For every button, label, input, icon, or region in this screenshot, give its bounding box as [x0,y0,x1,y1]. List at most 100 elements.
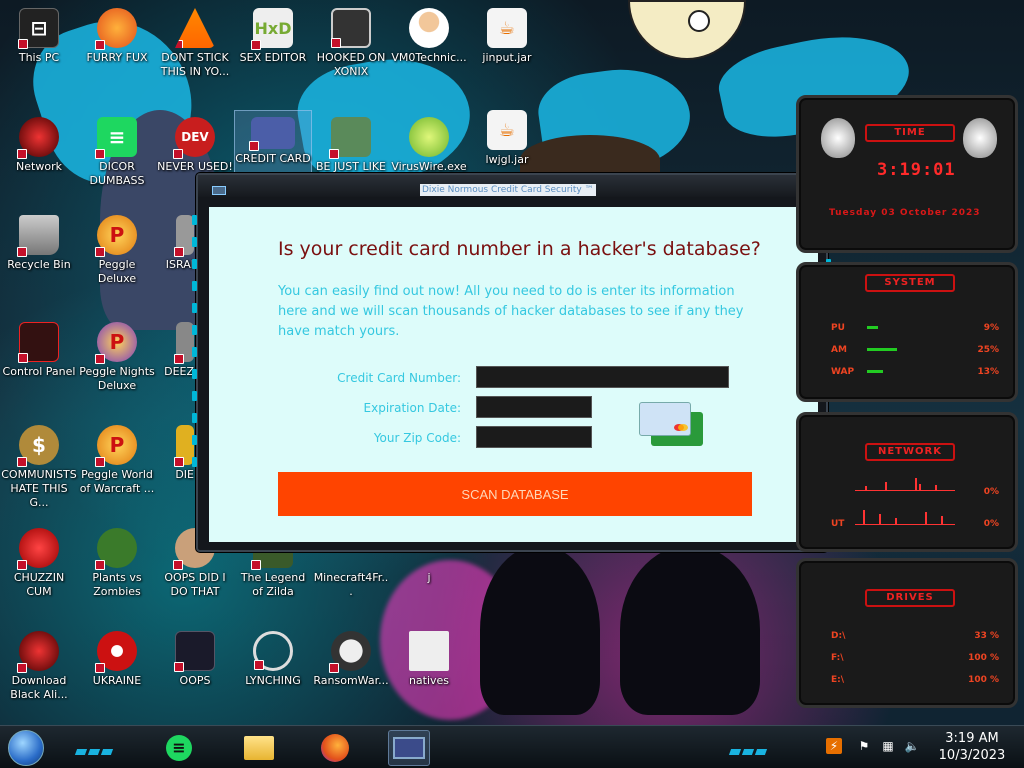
desktop-icon-download-black-alien[interactable]: Download Black Ali... [0,631,78,702]
taskbar-decoration [728,740,769,755]
desktop-icon-ukraine[interactable]: UKRAINE [78,631,156,688]
desktop-icon-die[interactable]: DIE [140,425,194,482]
desktop-icon-deez[interactable]: DEEZ [140,322,194,379]
xonix-icon [331,8,371,48]
desktop-icon-control-panel[interactable]: Control Panel [0,322,78,379]
scan-database-button[interactable]: SCAN DATABASE [278,472,752,516]
desktop-icon-natives[interactable]: natives [390,631,468,688]
download-graph [855,477,955,491]
firefox-icon [95,8,137,50]
taskbar-date: 10/3/2023 [938,748,1006,763]
card-number-field[interactable] [476,366,729,388]
desktop-icon-viruswire[interactable]: VirusWire.exe [390,117,468,174]
card-number-label: Credit Card Number: [337,371,461,385]
cartoon-character [628,0,746,60]
computer-icon: ⊟ [18,8,59,49]
taskbar-decoration [74,740,115,755]
alien-icon [17,631,59,673]
desktop-icon-oops[interactable]: OOPS [156,631,234,688]
desktop-icon-dicor[interactable]: ≡ DICOR DUMBASS [78,117,156,188]
network-gadget: NETWORK 0% UT 0% [796,412,1018,552]
expiration-date-field[interactable] [476,396,592,418]
drive-f-row: F:\ 100 % [831,653,999,663]
desktop-icon-communists[interactable]: $ COMMUNISTS HATE THIS G... [0,425,78,510]
desktop-icon-lynching[interactable]: LYNCHING [234,631,312,688]
flag-icon[interactable]: ⚑ [856,738,872,754]
credit-card-icon [393,737,425,759]
folder-icon [409,631,449,671]
desktop-icon-network[interactable]: Network [0,117,78,174]
taskbar-credit-card-app[interactable] [388,730,430,766]
network-icon[interactable]: ▦ [880,738,896,754]
drives-gadget-header: DRIVES [865,589,955,607]
swap-bar [867,370,883,373]
alien-network-icon [17,117,59,159]
limewire-icon [409,117,449,157]
taskbar-firefox[interactable] [314,730,356,766]
folder-icon [244,736,274,760]
desktop-icon-vm0technic[interactable]: VM0Technic... [390,8,468,65]
alien-head-icon [821,118,855,158]
peggle-wow-icon: P [95,425,137,467]
peggle-nights-icon: P [95,322,137,364]
app-icon [212,186,226,195]
desktop-icon-ransomware[interactable]: RansomWar... [312,631,390,688]
volume-icon[interactable]: 🔈 [904,738,920,754]
pvz-icon [95,528,137,570]
desktop-icon-dont-stick[interactable]: DONT STICK THIS IN YO... [156,8,234,79]
chuzzle-icon [17,528,59,570]
skull-icon [329,631,371,673]
desktop-icon-chuzzin[interactable]: CHUZZIN CUM [0,528,78,599]
taskbar-time: 3:19 AM [945,731,999,746]
vlc-icon [175,8,215,48]
taskbar: ≡ ⚡ ⚑ ▦ 🔈 3:19 AM 10/3/2023 [0,725,1024,768]
desktop-icon-lwjgl-jar[interactable]: ☕ lwjgl.jar [468,110,546,167]
desktop-icon-credit-card[interactable]: CREDIT CARD [234,110,312,178]
taskbar-file-explorer[interactable] [238,730,280,766]
desktop-icon-jinput-jar[interactable]: ☕ jinput.jar [468,8,546,65]
zip-code-label: Your Zip Code: [373,431,461,445]
money-bag-icon: $ [17,425,59,467]
drive-e-row: E:\ 100 % [831,675,999,685]
window-content: Is your credit card number in a hacker's… [209,207,818,542]
santa-icon [329,117,371,159]
desktop-icon-recycle-bin[interactable]: Recycle Bin [0,215,78,272]
taskbar-spotify[interactable]: ≡ [158,730,200,766]
doctor-icon [409,8,449,48]
desktop-icon-plants-vs-zombies[interactable]: Plants vs Zombies [78,528,156,599]
desktop-icon-hooked-on-xonix[interactable]: HOOKED ON XONIX [312,8,390,79]
system-gadget-header: SYSTEM [865,274,955,292]
radiation-icon [95,631,137,673]
swap-row: WAP 13% [831,367,999,377]
window-titlebar[interactable]: Dixie Normous Credit Card Security ™ [198,175,826,197]
page-heading: Is your credit card number in a hacker's… [278,238,761,260]
spotify-icon: ≡ [95,117,137,159]
credit-cards-icon [639,402,709,452]
window-left-trim [192,215,198,515]
desktop-icon-furry-fux[interactable]: FURRY FUX [78,8,156,65]
hex-editor-icon: HxD [251,8,293,50]
start-button[interactable] [8,730,44,766]
drives-gadget: DRIVES D:\ 33 % F:\ 100 % E:\ 100 % [796,558,1018,708]
zip-code-field[interactable] [476,426,592,448]
taskbar-clock[interactable]: 3:19 AM 10/3/2023 [932,730,1012,764]
java-icon: ☕ [487,8,527,48]
desktop-icon-this-pc[interactable]: ⊟ This PC [0,8,78,65]
desktop-icon-be-just-like[interactable]: BE JUST LIKE [312,117,390,174]
cpu-bar [867,326,878,329]
credit-card-security-window: Dixie Normous Credit Card Security ™ Is … [192,173,831,552]
java-icon: ☕ [487,110,527,150]
desktop-icon-never-used[interactable]: DEV NEVER USED! [156,117,234,174]
gadget-date: Tuesday 03 October 2023 [829,208,981,218]
ram-row: AM 25% [831,345,999,355]
security-icon[interactable]: ⚡ [826,738,842,754]
spotify-icon: ≡ [166,735,192,761]
page-description: You can easily find out now! All you nee… [278,284,744,339]
gadget-clock: 3:19:01 [877,160,956,180]
firefox-icon [321,734,349,762]
desktop-icon-sex-editor[interactable]: HxD SEX EDITOR [234,8,312,65]
desktop-icon-israi[interactable]: ISRAI [140,215,194,272]
system-gadget: SYSTEM PU 9% AM 25% WAP 13% [796,262,1018,402]
credit-card-icon [249,117,295,151]
peggle-icon: P [95,215,137,257]
